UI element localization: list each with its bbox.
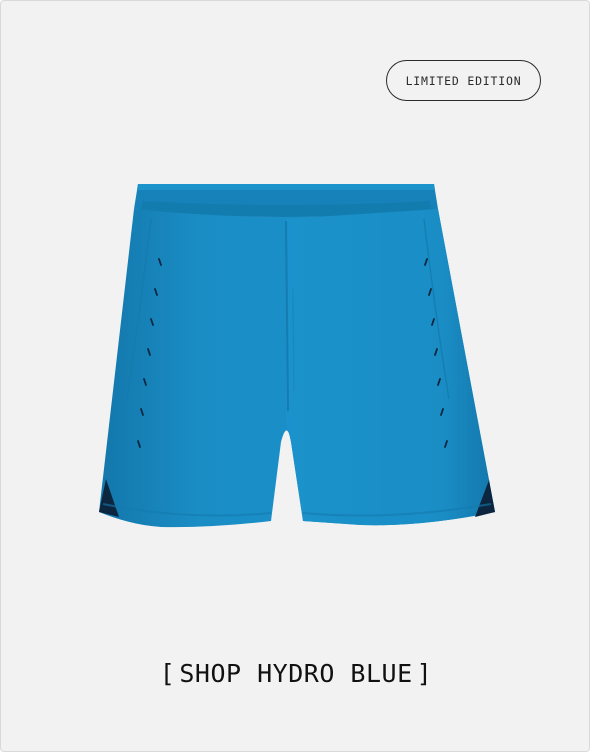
- shorts-illustration: [99, 184, 495, 528]
- open-bracket: [: [159, 658, 176, 688]
- cta-label: SHOP HYDRO BLUE: [179, 658, 413, 688]
- close-bracket: ]: [416, 658, 433, 688]
- badge-label: LIMITED EDITION: [405, 73, 522, 88]
- limited-edition-badge: LIMITED EDITION: [386, 60, 541, 101]
- shop-hydro-blue-link[interactable]: [ SHOP HYDRO BLUE ]: [1, 653, 589, 693]
- product-image[interactable]: [91, 179, 501, 531]
- product-card[interactable]: LIMITED EDITION [SHOP HYDRO BLUE]: [0, 0, 590, 752]
